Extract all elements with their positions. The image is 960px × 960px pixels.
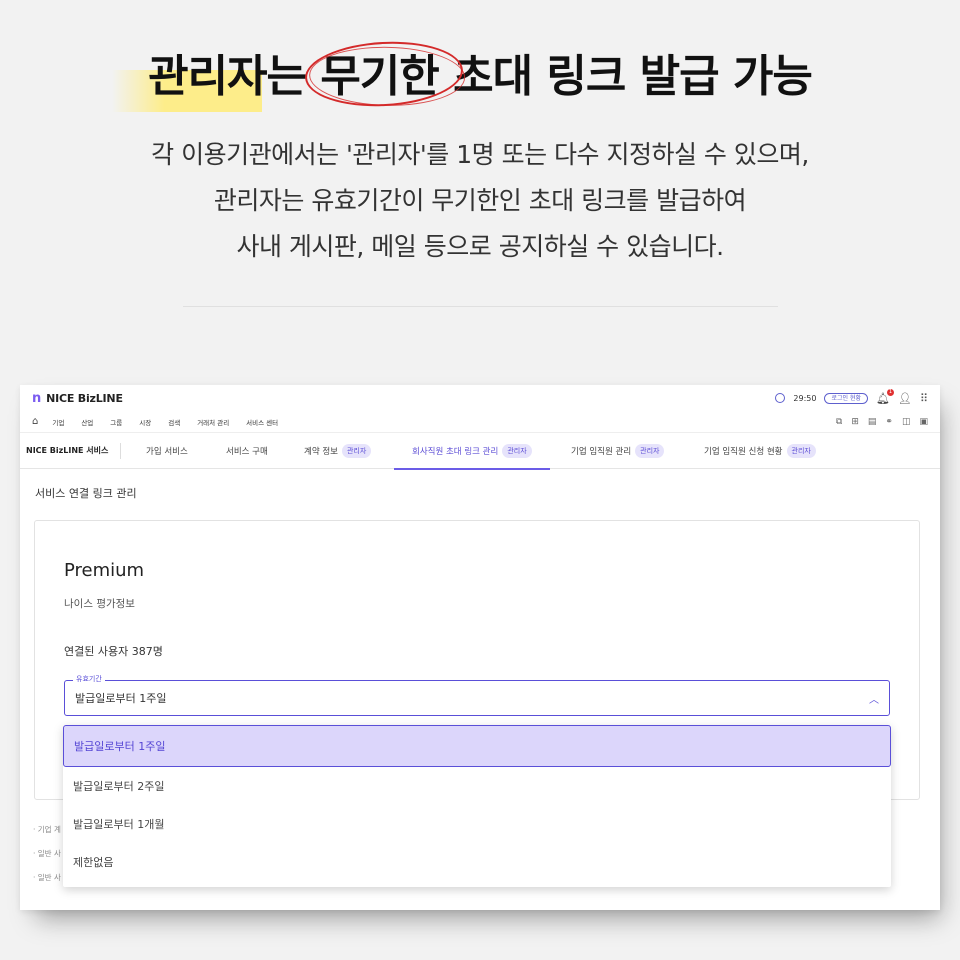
footnote-item: · 일반 사	[33, 849, 61, 858]
top-bar: 𝗻 NICE BizLINE 29:50 로그인 현황 🔔︎ 1 👤︎ ⠿	[20, 385, 940, 411]
tab-label: 기업 임직원 관리	[571, 447, 632, 457]
tab-join-service[interactable]: 가입 서비스	[146, 433, 188, 469]
validity-option-1month[interactable]: 발급일로부터 1개월	[63, 805, 891, 843]
tab-label: 서비스 구매	[226, 447, 268, 457]
footnote-item: · 일반 사	[33, 873, 61, 882]
bell-icon[interactable]: 🔔︎ 1	[876, 388, 894, 405]
briefcase-icon[interactable]: ⊞	[851, 417, 859, 427]
provider-name: 나이스 평가정보	[64, 598, 135, 610]
link-icon[interactable]: ⚭	[885, 417, 893, 427]
hero-description: 각 이용기관에서는 '관리자'를 1명 또는 다수 지정하실 수 있으며, 관리…	[0, 132, 960, 270]
admin-badge: 관리자	[786, 444, 816, 458]
admin-badge: 관리자	[635, 444, 665, 458]
divider	[183, 306, 778, 307]
validity-option-unlimited[interactable]: 제한없음	[63, 843, 891, 881]
home-icon[interactable]: ⌂	[32, 416, 38, 427]
compare-icon[interactable]: ⧉	[836, 417, 842, 427]
document-icon[interactable]: ▤	[868, 417, 877, 427]
toolbar-icons: ⧉ ⊞ ▤ ⚭ ◫ ▣	[836, 417, 928, 427]
logo-mark-icon: 𝗻	[32, 390, 42, 406]
tab-label: 회사직원 초대 링크 관리	[412, 447, 499, 457]
hero-title: 관리자는 무기한 초대 링크 발급 가능	[148, 51, 813, 102]
tab-employee-manage[interactable]: 기업 임직원 관리 관리자	[571, 433, 665, 469]
login-status-button[interactable]: 로그인 현황	[824, 392, 868, 404]
hero-desc-line: 사내 게시판, 메일 등으로 공지하실 수 있습니다.	[236, 232, 724, 261]
validity-option-1week[interactable]: 발급일로부터 1주일	[63, 725, 891, 767]
clock-icon	[775, 393, 786, 403]
validity-selected-value: 발급일로부터 1주일	[75, 692, 167, 705]
app-screenshot: 𝗻 NICE BizLINE 29:50 로그인 현황 🔔︎ 1 👤︎ ⠿ ⌂ 기…	[20, 385, 940, 910]
top-bar-right: 29:50 로그인 현황 🔔︎ 1 👤︎ ⠿	[775, 388, 928, 405]
menu-item[interactable]: 검색	[168, 417, 180, 427]
validity-select[interactable]: 유효기간 발급일로부터 1주일 ︿	[64, 674, 890, 716]
hero-desc-line: 각 이용기관에서는 '관리자'를 1명 또는 다수 지정하실 수 있으며,	[151, 140, 809, 169]
validity-dropdown: 발급일로부터 1주일 발급일로부터 2주일 발급일로부터 1개월 제한없음	[63, 725, 891, 887]
validity-option-2weeks[interactable]: 발급일로부터 2주일	[63, 767, 891, 805]
tab-invite-link[interactable]: 회사직원 초대 링크 관리 관리자	[394, 433, 550, 470]
menu-item[interactable]: 시장	[139, 417, 151, 427]
admin-badge: 관리자	[341, 444, 372, 458]
user-icon[interactable]: 👤︎	[898, 392, 912, 405]
chevron-up-icon: ︿	[869, 694, 879, 706]
logo-text: NICE BizLINE	[46, 391, 123, 405]
tab-label: 기업 임직원 신청 현황	[704, 447, 783, 457]
menu-item[interactable]: 산업	[81, 417, 93, 427]
menu-item[interactable]: 기업	[52, 417, 64, 427]
footnote-item: · 기업 계	[33, 825, 61, 834]
notification-badge: 1	[886, 388, 894, 396]
tab-label: 계약 정보	[304, 447, 338, 457]
connected-users: 연결된 사용자 387명	[64, 645, 163, 658]
plan-name: Premium	[64, 560, 145, 581]
tab-purchase[interactable]: 서비스 구매	[226, 433, 268, 469]
admin-badge: 관리자	[502, 444, 532, 458]
session-timer: 29:50	[793, 393, 817, 403]
service-label: NICE BizLINE 서비스	[20, 442, 122, 459]
save-icon[interactable]: ▣	[919, 417, 928, 427]
logo[interactable]: 𝗻 NICE BizLINE	[32, 391, 123, 406]
menu-item[interactable]: 서비스 센터	[246, 417, 278, 427]
section-title: 서비스 연결 링크 관리	[35, 487, 137, 500]
menu-item[interactable]: 그룹	[110, 417, 122, 427]
tab-employee-requests[interactable]: 기업 임직원 신청 현황 관리자	[704, 433, 816, 469]
apps-grid-icon[interactable]: ⠿	[920, 392, 928, 405]
service-tabs: NICE BizLINE 서비스 가입 서비스 서비스 구매 계약 정보 관리자…	[20, 433, 940, 470]
footnotes: · 기업 계 · 일반 사 · 일반 사	[33, 818, 61, 890]
tab-label: 가입 서비스	[146, 447, 188, 457]
tab-contract[interactable]: 계약 정보 관리자	[304, 433, 372, 469]
menu-item[interactable]: 거래처 관리	[197, 417, 229, 427]
hero-desc-line: 관리자는 유효기간이 무기한인 초대 링크를 발급하여	[213, 186, 747, 215]
validity-legend: 유효기간	[73, 674, 105, 684]
layout-icon[interactable]: ◫	[902, 417, 911, 427]
menu-bar: ⌂ 기업 산업 그룹 시장 검색 거래처 관리 서비스 센터 ⧉ ⊞ ▤ ⚭ ◫…	[20, 411, 940, 433]
